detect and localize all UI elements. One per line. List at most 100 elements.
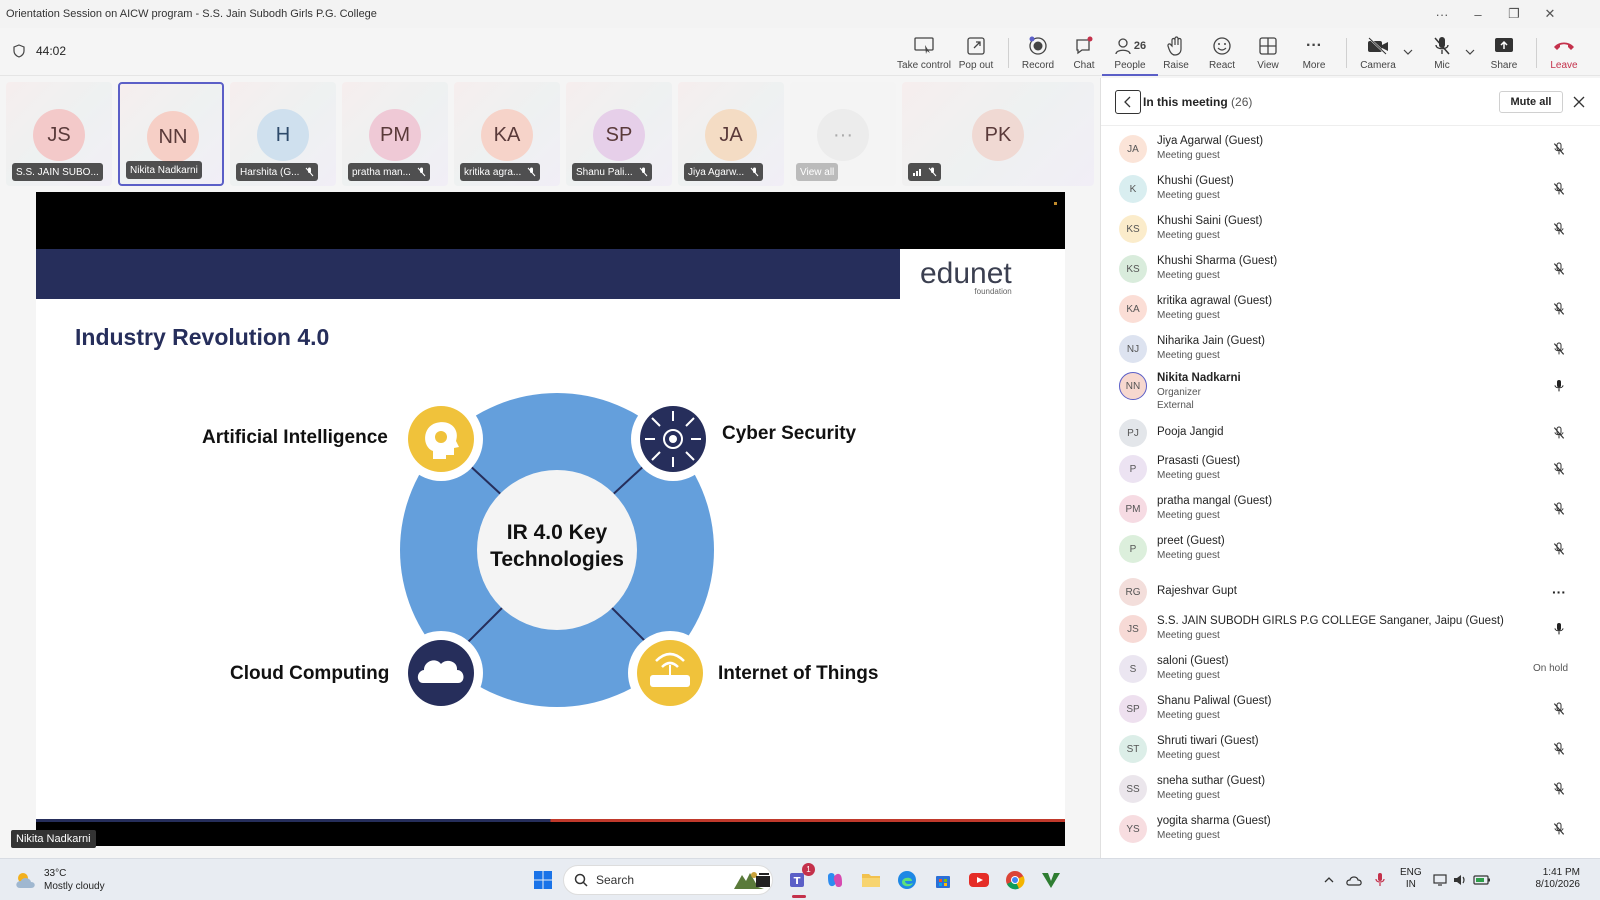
participant-tile[interactable]: H Harshita (G...: [230, 82, 336, 186]
close-window-button[interactable]: ✕: [1532, 0, 1568, 28]
participant-role: Meeting guest: [1157, 270, 1220, 281]
mic-off-icon[interactable]: [1551, 461, 1567, 477]
teams-taskbar-button[interactable]: T 1: [786, 863, 815, 898]
participant-tile[interactable]: PM pratha man...: [342, 82, 448, 186]
mic-off-icon[interactable]: [1551, 261, 1567, 277]
system-tray-icons[interactable]: [1432, 867, 1492, 893]
view-all-button[interactable]: View all: [796, 163, 839, 181]
pop-out-icon: [967, 37, 985, 55]
mic-off-icon[interactable]: [1551, 301, 1567, 317]
avatar: SP: [593, 109, 645, 161]
participant-tile[interactable]: PK: [902, 82, 1094, 186]
share-button[interactable]: Share: [1476, 34, 1532, 71]
camera-button[interactable]: Camera: [1350, 34, 1406, 71]
clock[interactable]: 1:41 PM 8/10/2026: [1500, 867, 1581, 891]
weather-widget[interactable]: 33°C Mostly cloudy: [14, 867, 105, 893]
participant-row[interactable]: PM pratha mangal (Guest) Meeting guest: [1101, 489, 1600, 529]
participant-row[interactable]: K Khushi (Guest) Meeting guest: [1101, 169, 1600, 209]
participant-row[interactable]: KS Khushi Sharma (Guest) Meeting guest: [1101, 249, 1600, 289]
microphone-tray-icon[interactable]: [1370, 867, 1390, 893]
participant-row[interactable]: KS Khushi Saini (Guest) Meeting guest: [1101, 209, 1600, 249]
mic-options-chevron-icon[interactable]: [1464, 46, 1476, 58]
close-panel-button[interactable]: [1571, 94, 1587, 110]
participant-tile[interactable]: KA kritika agra...: [454, 82, 560, 186]
maximize-button[interactable]: ❐: [1496, 0, 1532, 28]
participant-row[interactable]: Ppreet (Guest) Meeting guest: [1101, 529, 1600, 569]
edge-browser-button[interactable]: [894, 867, 920, 893]
participant-row[interactable]: NN Nikita Nadkarni Organizer External: [1101, 366, 1600, 411]
mic-off-icon[interactable]: [1551, 141, 1567, 157]
participant-role: Meeting guest: [1157, 350, 1220, 361]
mic-on-icon[interactable]: [1551, 621, 1567, 637]
avatar: SP: [1119, 695, 1147, 723]
participant-tile[interactable]: NN Nikita Nadkarni: [118, 82, 224, 186]
take-control-button[interactable]: Take control: [896, 34, 952, 71]
people-icon: [1115, 38, 1131, 55]
pop-out-button[interactable]: Pop out: [948, 34, 1004, 71]
mic-off-icon[interactable]: [1551, 701, 1567, 717]
mic-off-icon[interactable]: [1551, 341, 1567, 357]
participant-role: Meeting guest: [1157, 790, 1220, 801]
file-explorer-button[interactable]: [858, 867, 884, 893]
copilot-taskbar-button[interactable]: [822, 867, 848, 893]
more-options-icon[interactable]: ···: [1551, 584, 1567, 600]
youtube-button[interactable]: [966, 867, 992, 893]
vpn-app-button[interactable]: [1038, 867, 1064, 893]
mic-off-icon[interactable]: [1551, 501, 1567, 517]
mic-button[interactable]: Mic: [1414, 34, 1470, 71]
cloud-sync-tray-icon[interactable]: [1344, 867, 1364, 893]
mic-off-icon[interactable]: [1551, 425, 1567, 441]
participant-row[interactable]: JA Jiya Agarwal (Guest) Meeting guest: [1101, 129, 1600, 169]
participant-name: yogita sharma (Guest): [1157, 815, 1271, 827]
chrome-button[interactable]: [1002, 867, 1028, 893]
participant-row[interactable]: P Prasasti (Guest) Meeting guest: [1101, 449, 1600, 489]
task-view-button[interactable]: [750, 867, 776, 893]
language-indicator[interactable]: ENG IN: [1400, 867, 1422, 891]
show-hidden-icons-button[interactable]: [1320, 867, 1338, 893]
mic-off-icon[interactable]: [1551, 741, 1567, 757]
taskbar-search[interactable]: Search: [563, 865, 773, 895]
leave-button[interactable]: Leave: [1536, 34, 1592, 71]
participant-role: Meeting guest: [1157, 230, 1220, 241]
mute-all-button[interactable]: Mute all: [1499, 91, 1563, 113]
avatar: K: [1119, 175, 1147, 203]
participant-row[interactable]: YS yogita sharma (Guest) Meeting guest: [1101, 809, 1600, 849]
participant-tile[interactable]: SP Shanu Pali...: [566, 82, 672, 186]
back-button[interactable]: [1115, 90, 1141, 114]
participant-row[interactable]: ST Shruti tiwari (Guest) Meeting guest: [1101, 729, 1600, 769]
participant-row[interactable]: SS sneha suthar (Guest) Meeting guest: [1101, 769, 1600, 809]
mic-off-icon[interactable]: [1551, 221, 1567, 237]
participant-tile[interactable]: JS S.S. JAIN SUBO...: [6, 82, 112, 186]
participant-name: S.S. JAIN SUBODH GIRLS P.G COLLEGE Sanga…: [1157, 615, 1504, 627]
minimize-button[interactable]: –: [1460, 0, 1496, 28]
tile-name: kritika agra...: [464, 166, 522, 178]
start-button[interactable]: [530, 867, 556, 893]
participant-row[interactable]: PJ Pooja Jangid: [1101, 413, 1600, 453]
participant-tile[interactable]: JA Jiya Agarw...: [678, 82, 784, 186]
participant-name: Shruti tiwari (Guest): [1157, 735, 1259, 747]
more-button[interactable]: ··· More: [1286, 34, 1342, 71]
mic-off-icon[interactable]: [1551, 541, 1567, 557]
mic-on-icon[interactable]: [1551, 378, 1567, 394]
mic-off-icon[interactable]: [1551, 181, 1567, 197]
avatar: S: [1119, 655, 1147, 683]
participant-row[interactable]: Ssaloni (Guest) Meeting guest On hold: [1101, 649, 1600, 689]
store-button[interactable]: [930, 867, 956, 893]
tile-name: pratha man...: [352, 166, 411, 178]
mic-off-icon[interactable]: [1551, 781, 1567, 797]
participant-row[interactable]: NJ Niharika Jain (Guest) Meeting guest: [1101, 329, 1600, 369]
react-label: React: [1208, 60, 1236, 71]
camera-options-chevron-icon[interactable]: [1402, 46, 1414, 58]
participant-row[interactable]: RG Rajeshvar Gupt ···: [1101, 572, 1600, 612]
participant-row[interactable]: KA kritika agrawal (Guest) Meeting guest: [1101, 289, 1600, 329]
signal-icon: [913, 169, 921, 176]
participant-row[interactable]: SP Shanu Paliwal (Guest) Meeting guest: [1101, 689, 1600, 729]
participant-row[interactable]: JS S.S. JAIN SUBODH GIRLS P.G COLLEGE San…: [1101, 609, 1600, 649]
participant-role: Meeting guest: [1157, 310, 1220, 321]
view-all-tile[interactable]: ··· View all: [790, 82, 896, 186]
shared-screen-stage: edunet foundation Industry Revolution 4.…: [0, 190, 1100, 856]
mic-off-icon[interactable]: [1551, 821, 1567, 837]
mic-label: Mic: [1434, 60, 1450, 71]
tile-name: Jiya Agarw...: [688, 166, 745, 178]
more-options-icon[interactable]: ···: [1424, 0, 1460, 28]
